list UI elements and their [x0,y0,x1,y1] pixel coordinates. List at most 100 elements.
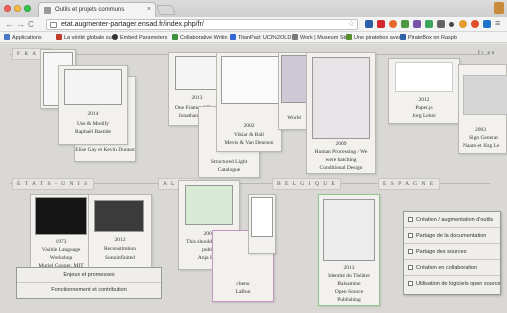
filter-option[interactable]: Utilisation de logiciels open source [404,276,500,292]
bookmark-item[interactable]: Embed Parameters [112,34,167,41]
project-thumbnail [395,62,453,92]
card-author: Elise Gay et Kevin Donnot [75,147,135,153]
card-title: Paper.js [415,105,433,111]
section-label-etats-unis[interactable]: É T A T S - U N I S [12,178,94,190]
card-year: 2009 [335,141,347,147]
language-switch[interactable]: fr en [474,48,500,58]
card-title: Balsamine [337,281,361,287]
extension-puzzle-icon[interactable] [413,20,421,28]
card-year: 2014 [87,111,99,117]
extension-heart-icon[interactable] [377,20,385,28]
filter-panel: Création / augmentation d'outils Partage… [403,211,501,295]
card-title: Sign Generat [469,135,498,141]
project-thumbnail [323,199,375,261]
minimize-window-button[interactable] [14,5,21,12]
project-thumbnail [175,56,219,90]
checkbox[interactable] [408,249,413,254]
project-thumbnail [281,55,307,103]
card-year: 2012 [418,97,430,103]
bookmark-item[interactable]: Une piratebox avec [346,34,401,41]
project-thumbnail [463,75,507,115]
project-thumbnail [94,200,144,232]
bookmark-item[interactable]: TitanPad: UCl%2OLD [230,34,291,41]
extension-grid-icon[interactable] [437,20,445,28]
checkbox[interactable] [408,217,413,222]
section-label-espagne[interactable]: E S P A G N E [378,178,440,190]
url-text: etat.augmenter-partager.ensad.fr/index.p… [61,21,204,28]
project-thumbnail [64,69,122,105]
card-year: 2003 [475,127,486,133]
extension-circle-icon[interactable] [459,20,467,28]
project-card-reconstitution[interactable]: 2012 Reconstitution Sonoinfinited [88,194,152,270]
card-year: 2013 [343,265,355,271]
extension-leaf-icon[interactable] [425,20,433,28]
project-card-use-modify[interactable]: 2014 Use & Modify Raphaël Bastide [58,65,128,145]
page-favicon-icon [44,7,51,14]
extension-blue-icon[interactable] [483,20,491,28]
card-year: 2012 [114,237,126,243]
bookmark-item[interactable]: Collaborative Writin [172,34,228,41]
bookmark-star-icon[interactable]: ☆ [348,19,355,28]
address-bar[interactable]: etat.augmenter-partager.ensad.fr/index.p… [46,19,358,30]
filter-option[interactable]: Création / augmentation d'outils [404,212,500,228]
project-thumbnail [185,185,233,225]
filter-option[interactable]: Création en collaboration [404,260,500,276]
legend-link-fonctionnement[interactable]: Fonctionnement et contribution [17,283,161,298]
tab-bar: Outils et projets communs × [0,0,507,17]
card-author: Mevis & Van Deursen [224,140,274,146]
user-profile-icon[interactable] [494,2,504,14]
project-thumbnail [221,56,279,104]
back-button[interactable]: ← [5,19,14,29]
filter-option[interactable]: Partage de la documentation [404,228,500,244]
card-title: Visible Language [41,247,81,253]
bookmark-item[interactable]: Applications [4,34,42,41]
legend-link-enjeux[interactable]: Enjeux et promesses [17,268,161,283]
card-author: Raphaël Bastide [75,129,111,135]
reload-button[interactable]: C [28,20,34,29]
menu-icon[interactable]: ≡ [495,18,500,28]
bookmarks-bar: Applications La vérité globale sur Embed… [0,32,507,43]
filter-option[interactable]: Partage des sources [404,244,500,260]
card-title: Use & Modify [76,121,110,127]
bookmark-item[interactable]: PirateBox on Raspb [400,34,457,41]
card-title: Structured Light [210,159,248,165]
project-card-human-processing[interactable]: 2009 Human Processing / We were hatching… [306,52,376,174]
bookmark-item[interactable]: La vérité globale sur [56,34,114,41]
checkbox[interactable] [408,281,413,286]
page-info-icon[interactable] [50,22,57,28]
card-author: Sonoinfinited [105,255,135,261]
checkbox[interactable] [408,233,413,238]
browser-window: Outils et projets communs × ← → C etat.a… [0,0,507,313]
close-window-button[interactable] [4,5,11,12]
tab-active[interactable]: Outils et projets communs × [38,2,156,17]
card-title: were hatching [325,157,357,163]
project-card[interactable] [248,194,276,254]
extension-dot-icon[interactable] [449,22,454,27]
project-thumbnail [35,197,87,235]
project-thumbnail [251,197,273,237]
new-tab-button[interactable] [156,5,176,15]
extension-pen-icon[interactable] [365,20,373,28]
card-title: Reconstitution [103,246,137,252]
checkbox[interactable] [408,265,413,270]
card-year: 2002 [243,123,255,129]
maximize-window-button[interactable] [24,5,31,12]
section-label-belgique[interactable]: B E L G I Q U E [272,178,342,190]
extension-stop-icon[interactable] [389,20,397,28]
extension-o-icon[interactable] [471,20,479,28]
project-card-identite-balsamine[interactable]: 2013 Identité du Théâtre Balsamine Open … [318,194,380,306]
close-tab-icon[interactable]: × [147,6,151,13]
project-card-sign-generator[interactable]: 2003 Sign Generat Naam et Jürg Le [458,64,507,154]
card-title: Identité du Théâtre [328,273,370,279]
card-title: World [287,115,301,121]
project-card-paperjs[interactable]: 2012 Paper.js Jorg Lehni [388,58,460,124]
card-title: chenu [236,281,250,287]
card-title: Vikiar & Ball [234,132,264,138]
bookmark-item[interactable]: Work | Museum Stu [292,34,348,41]
card-title: Catalogue [217,167,241,173]
project-card-vikiar[interactable]: 2002 Vikiar & Ball Mevis & Van Deursen [216,52,282,152]
extension-flag-icon[interactable] [401,20,409,28]
card-title: Human Processing / We [314,149,368,155]
forward-button[interactable]: → [16,19,25,29]
card-author: Naam et Jürg Le [463,143,500,149]
